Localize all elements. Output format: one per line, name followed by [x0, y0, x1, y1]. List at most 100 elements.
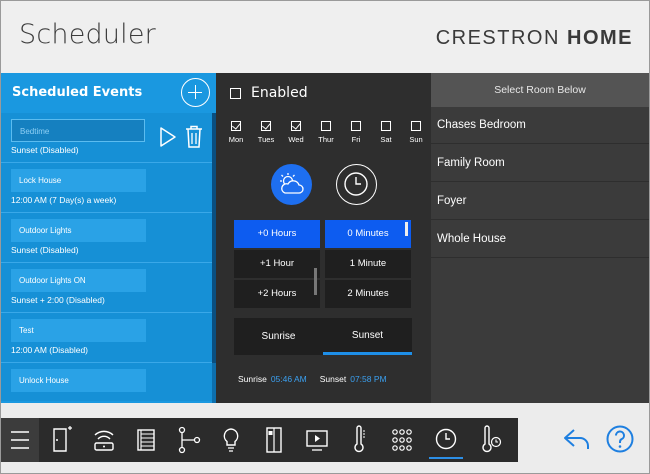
- time-mode-button[interactable]: [336, 164, 377, 205]
- help-icon[interactable]: [605, 424, 635, 454]
- nav-lights[interactable]: [214, 418, 248, 462]
- event-schedule: 12:00 AM (Disabled): [11, 345, 89, 355]
- day-label: Mon: [228, 135, 244, 144]
- hours-option[interactable]: +1 Hour: [234, 250, 320, 278]
- back-arrow-icon[interactable]: [562, 426, 592, 452]
- brand-bold: HOME: [567, 27, 633, 49]
- event-name[interactable]: Bedtime: [11, 119, 145, 142]
- enabled-checkbox[interactable]: [230, 87, 241, 99]
- events-list[interactable]: Bedtime Sunset (Disabled) Lock House 12:…: [1, 113, 212, 401]
- event-name[interactable]: Lock House: [11, 169, 146, 192]
- day-fri[interactable]: Fri: [344, 121, 368, 144]
- nav-doors[interactable]: [257, 418, 291, 462]
- minutes-option[interactable]: 0 Minutes: [325, 220, 411, 248]
- add-event-button[interactable]: [181, 78, 210, 107]
- hours-option[interactable]: +0 Hours: [234, 220, 320, 248]
- thermometer-clock-icon: [482, 425, 502, 453]
- day-checkbox[interactable]: [381, 121, 391, 131]
- nav-actions: [518, 418, 649, 462]
- nav-rooms[interactable]: [44, 418, 78, 462]
- menu-button[interactable]: [1, 418, 39, 462]
- event-item-test[interactable]: Test 12:00 AM (Disabled): [1, 313, 212, 363]
- enabled-toggle[interactable]: Enabled: [230, 85, 308, 101]
- rooms-header: Select Room Below: [431, 73, 649, 107]
- scenes-icon: [178, 426, 201, 454]
- day-checkbox[interactable]: [261, 121, 271, 131]
- day-label: Sun: [409, 135, 423, 144]
- day-label: Wed: [288, 135, 304, 144]
- minutes-option[interactable]: 1 Minute: [325, 250, 411, 278]
- play-icon[interactable]: [159, 126, 177, 148]
- tab-sunset[interactable]: Sunset: [323, 318, 412, 355]
- room-item[interactable]: Whole House: [431, 221, 649, 258]
- app-header: Scheduler CRESTRON HOME: [1, 1, 649, 73]
- tab-sunrise[interactable]: Sunrise: [234, 318, 323, 355]
- event-name[interactable]: Unlock House: [11, 369, 146, 392]
- day-tues[interactable]: Tues: [254, 121, 278, 144]
- event-schedule: 12:00 AM (7 Day(s) a week): [11, 195, 117, 205]
- clock-icon: [344, 172, 368, 196]
- day-sat[interactable]: Sat: [374, 121, 398, 144]
- hours-option[interactable]: +2 Hours: [234, 280, 320, 308]
- event-item-bedtime[interactable]: Bedtime Sunset (Disabled): [1, 113, 212, 163]
- door-lock-icon: [266, 427, 282, 453]
- sunset-time: 07:58 PM: [350, 374, 387, 384]
- rooms-panel: Select Room Below Chases Bedroom Family …: [431, 73, 649, 403]
- day-label: Tues: [257, 135, 275, 144]
- event-item-outdoor-lights-on[interactable]: Outdoor Lights ON Sunset + 2:00 (Disable…: [1, 263, 212, 313]
- day-thur[interactable]: Thur: [314, 121, 338, 144]
- sunset-label: Sunset: [319, 374, 347, 384]
- day-checkbox[interactable]: [411, 121, 421, 131]
- room-door-icon: [53, 426, 72, 452]
- nav-shades[interactable]: [129, 418, 163, 462]
- event-name[interactable]: Outdoor Lights: [11, 219, 146, 242]
- sun-times-readout: Sunrise 05:46 AM Sunset 07:58 PM: [238, 374, 387, 384]
- hours-scrollbar[interactable]: [314, 268, 317, 295]
- day-mon[interactable]: Mon: [224, 121, 248, 144]
- days-of-week: Mon Tues Wed Thur Fri Sat Sun: [224, 121, 428, 144]
- content-footer-gap: [1, 403, 649, 418]
- event-name[interactable]: Test: [11, 319, 146, 342]
- event-item-lock-house[interactable]: Lock House 12:00 AM (7 Day(s) a week): [1, 163, 212, 213]
- astronomical-mode-button[interactable]: [271, 164, 312, 205]
- event-name[interactable]: Outdoor Lights ON: [11, 269, 146, 292]
- day-wed[interactable]: Wed: [284, 121, 308, 144]
- day-checkbox[interactable]: [321, 121, 331, 131]
- sunrise-time: 05:46 AM: [270, 374, 307, 384]
- event-item-unlock-house[interactable]: Unlock House: [1, 363, 212, 401]
- thermometer-icon: [354, 425, 365, 453]
- day-label: Fri: [351, 135, 361, 144]
- room-item[interactable]: Foyer: [431, 183, 649, 220]
- minutes-option[interactable]: 2 Minutes: [325, 280, 411, 308]
- event-detail-panel: Enabled Mon Tues Wed Thur Fri Sat Sun +0…: [216, 73, 431, 403]
- page-title: Scheduler: [19, 19, 156, 50]
- day-checkbox[interactable]: [351, 121, 361, 131]
- sun-cloud-icon: [280, 173, 304, 194]
- nav-scenes[interactable]: [172, 418, 206, 462]
- day-checkbox[interactable]: [231, 121, 241, 131]
- event-item-outdoor-lights[interactable]: Outdoor Lights Sunset (Disabled): [1, 213, 212, 263]
- room-item[interactable]: Chases Bedroom: [431, 107, 649, 144]
- minutes-scrollbar[interactable]: [405, 222, 408, 236]
- brand-light: CRESTRON: [435, 27, 567, 49]
- event-schedule: Sunset (Disabled): [11, 145, 79, 155]
- trash-icon[interactable]: [185, 125, 203, 149]
- nav-climate[interactable]: [342, 418, 376, 462]
- room-item[interactable]: Family Room: [431, 145, 649, 182]
- nav-temperature-schedule[interactable]: [473, 418, 507, 462]
- nav-more[interactable]: [385, 418, 419, 462]
- clock-icon: [435, 428, 457, 450]
- light-bulb-icon: [223, 428, 239, 452]
- scheduled-events-panel: Scheduled Events Bedtime Sunset (Disable…: [1, 73, 216, 403]
- day-checkbox[interactable]: [291, 121, 301, 131]
- day-sun[interactable]: Sun: [404, 121, 428, 144]
- day-label: Sat: [380, 135, 392, 144]
- nav-network[interactable]: [87, 418, 121, 462]
- shades-icon: [137, 429, 155, 451]
- hamburger-icon: [11, 431, 29, 449]
- nav-media[interactable]: [300, 418, 334, 462]
- nav-scheduler[interactable]: [429, 418, 463, 462]
- event-schedule: Sunset + 2:00 (Disabled): [11, 295, 105, 305]
- tv-icon: [306, 430, 328, 451]
- wifi-router-icon: [94, 430, 114, 451]
